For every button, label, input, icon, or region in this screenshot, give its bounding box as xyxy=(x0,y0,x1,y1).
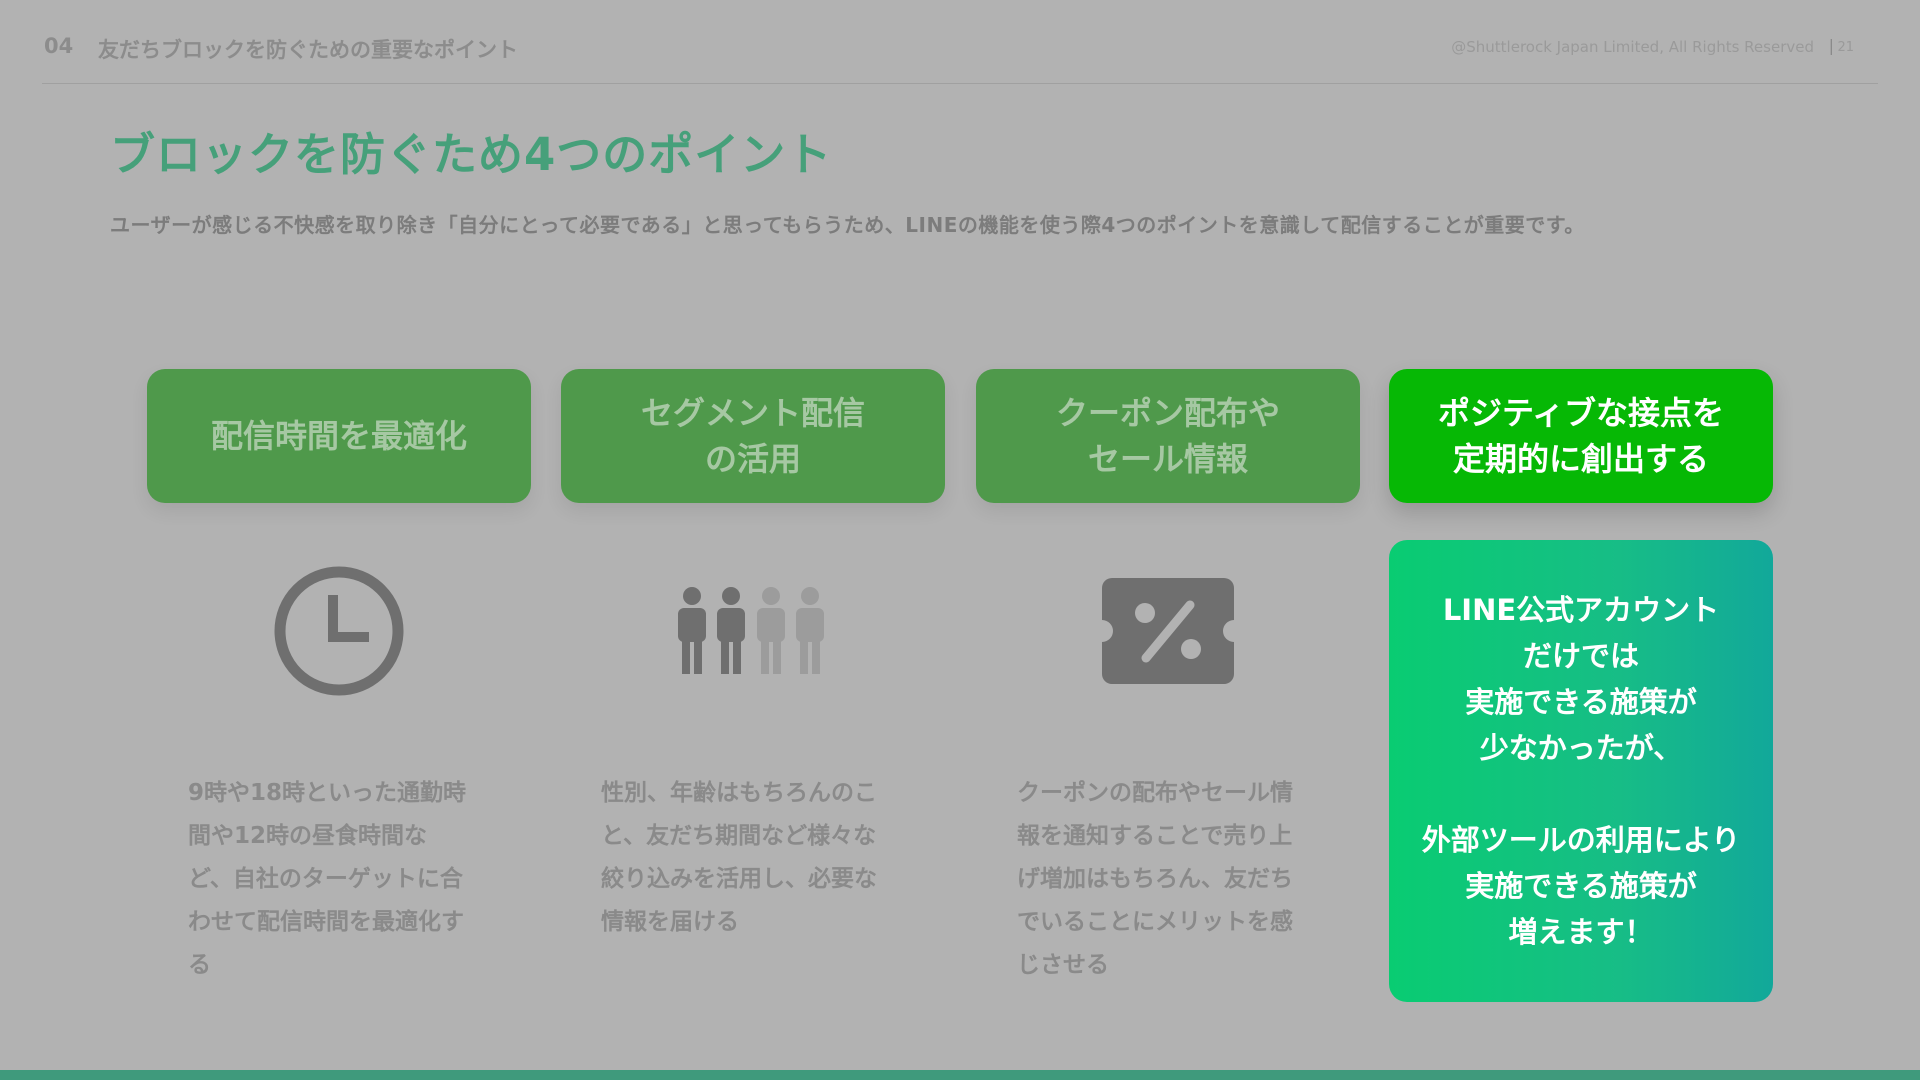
point-description-segment: 性別、年齢はもちろんのこ と、友だち期間など様々な 絞り込みを活用し、必要な 情… xyxy=(601,780,877,935)
header-divider xyxy=(42,83,1878,84)
coupon-percent-icon xyxy=(1102,578,1234,684)
slide-header: 04 友だちブロックを防ぐための重要なポイント @Shuttlerock Jap… xyxy=(44,30,1876,84)
highlight-card: LINE公式アカウント だけでは 実施できる施策が 少なかったが、 外部ツールの… xyxy=(1389,540,1773,1002)
page-number: 21 xyxy=(1837,40,1854,55)
highlight-text-after: 外部ツールの利用により 実施できる施策が 増えます！ xyxy=(1421,823,1741,949)
people-segment-icon xyxy=(678,587,824,674)
clock-icon xyxy=(274,566,404,696)
point-heading-delivery-time: 配信時間を最適化 xyxy=(147,369,531,503)
page-subtitle: ユーザーが感じる不快感を取り除き「自分にとって必要である」と思ってもらうため、L… xyxy=(110,213,1585,237)
highlight-text-before: LINE公式アカウント だけでは 実施できる施策が 少なかったが、 xyxy=(1442,593,1720,765)
point-description-delivery-time: 9時や18時といった通勤時 間や12時の昼食時間な ど、自社のターゲットに合 わ… xyxy=(188,780,467,978)
footer-accent-bar xyxy=(0,1070,1920,1080)
section-title: 友だちブロックを防ぐための重要なポイント xyxy=(98,38,518,62)
point-heading-coupon: クーポン配布や セール情報 xyxy=(976,369,1360,503)
copyright-notice: @Shuttlerock Japan Limited, All Rights R… xyxy=(1451,38,1814,56)
section-number: 04 xyxy=(44,34,74,58)
point-heading-segment: セグメント配信 の活用 xyxy=(561,369,945,503)
header-separator: | xyxy=(1828,36,1834,55)
point-description-coupon: クーポンの配布やセール情 報を通知することで売り上 げ増加はもちろん、友だち で… xyxy=(1017,780,1293,978)
point-heading-positive-contact: ポジティブな接点を 定期的に創出する xyxy=(1389,369,1773,503)
page-title: ブロックを防ぐため4つのポイント xyxy=(110,128,833,181)
